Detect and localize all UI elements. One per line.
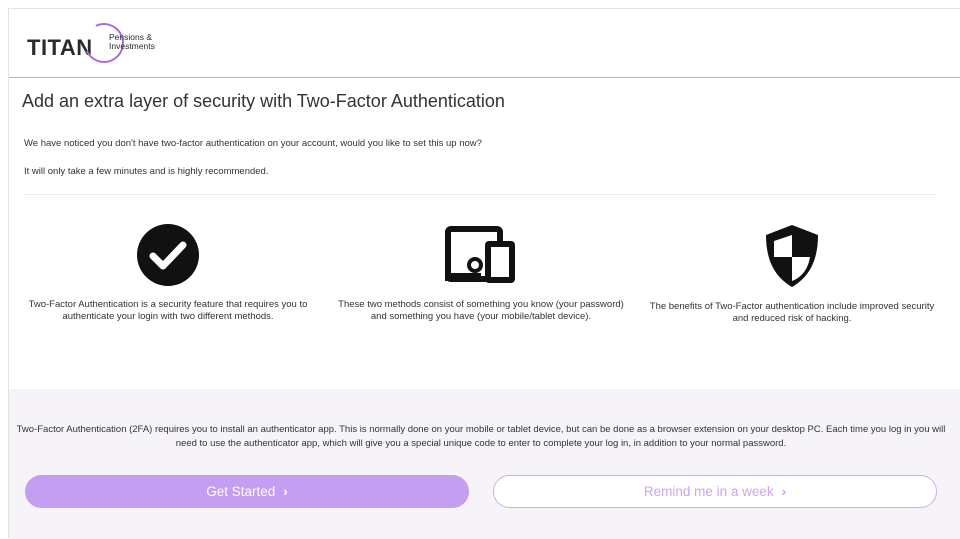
page-title: Add an extra layer of security with Two-… xyxy=(22,91,505,111)
titan-logo[interactable]: TITAN Pensions & Investments xyxy=(26,17,186,69)
info-band xyxy=(9,389,960,539)
recommendation-text: It will only take a few minutes and is h… xyxy=(24,166,269,177)
logo-tagline: Pensions & Investments xyxy=(109,32,155,51)
chevron-right-icon: › xyxy=(283,484,288,499)
get-started-button[interactable]: Get Started › xyxy=(25,475,469,508)
page-frame: TITAN Pensions & Investments Add an extr… xyxy=(8,8,960,539)
feature-text: The benefits of Two-Factor authenticatio… xyxy=(649,301,935,324)
feature-text: These two methods consist of something y… xyxy=(338,299,624,322)
feature-know-have: These two methods consist of something y… xyxy=(331,223,631,323)
remind-later-button[interactable]: Remind me in a week › xyxy=(493,475,937,508)
divider xyxy=(23,194,937,195)
remind-later-label: Remind me in a week xyxy=(643,484,774,499)
authenticator-info-text: Two-Factor Authentication (2FA) requires… xyxy=(16,424,946,449)
feature-text: Two-Factor Authentication is a security … xyxy=(28,299,308,322)
feature-benefits: The benefits of Two-Factor authenticatio… xyxy=(647,223,937,325)
feature-two-methods: Two-Factor Authentication is a security … xyxy=(27,223,309,323)
check-circle-icon xyxy=(137,224,199,286)
shield-icon xyxy=(766,225,818,287)
chevron-right-icon: › xyxy=(781,484,787,499)
devices-icon xyxy=(445,226,515,283)
logo-wordmark: TITAN xyxy=(27,35,93,60)
intro-text: We have noticed you don't have two-facto… xyxy=(24,138,482,149)
header: TITAN Pensions & Investments xyxy=(9,9,960,78)
get-started-label: Get Started xyxy=(206,484,276,499)
